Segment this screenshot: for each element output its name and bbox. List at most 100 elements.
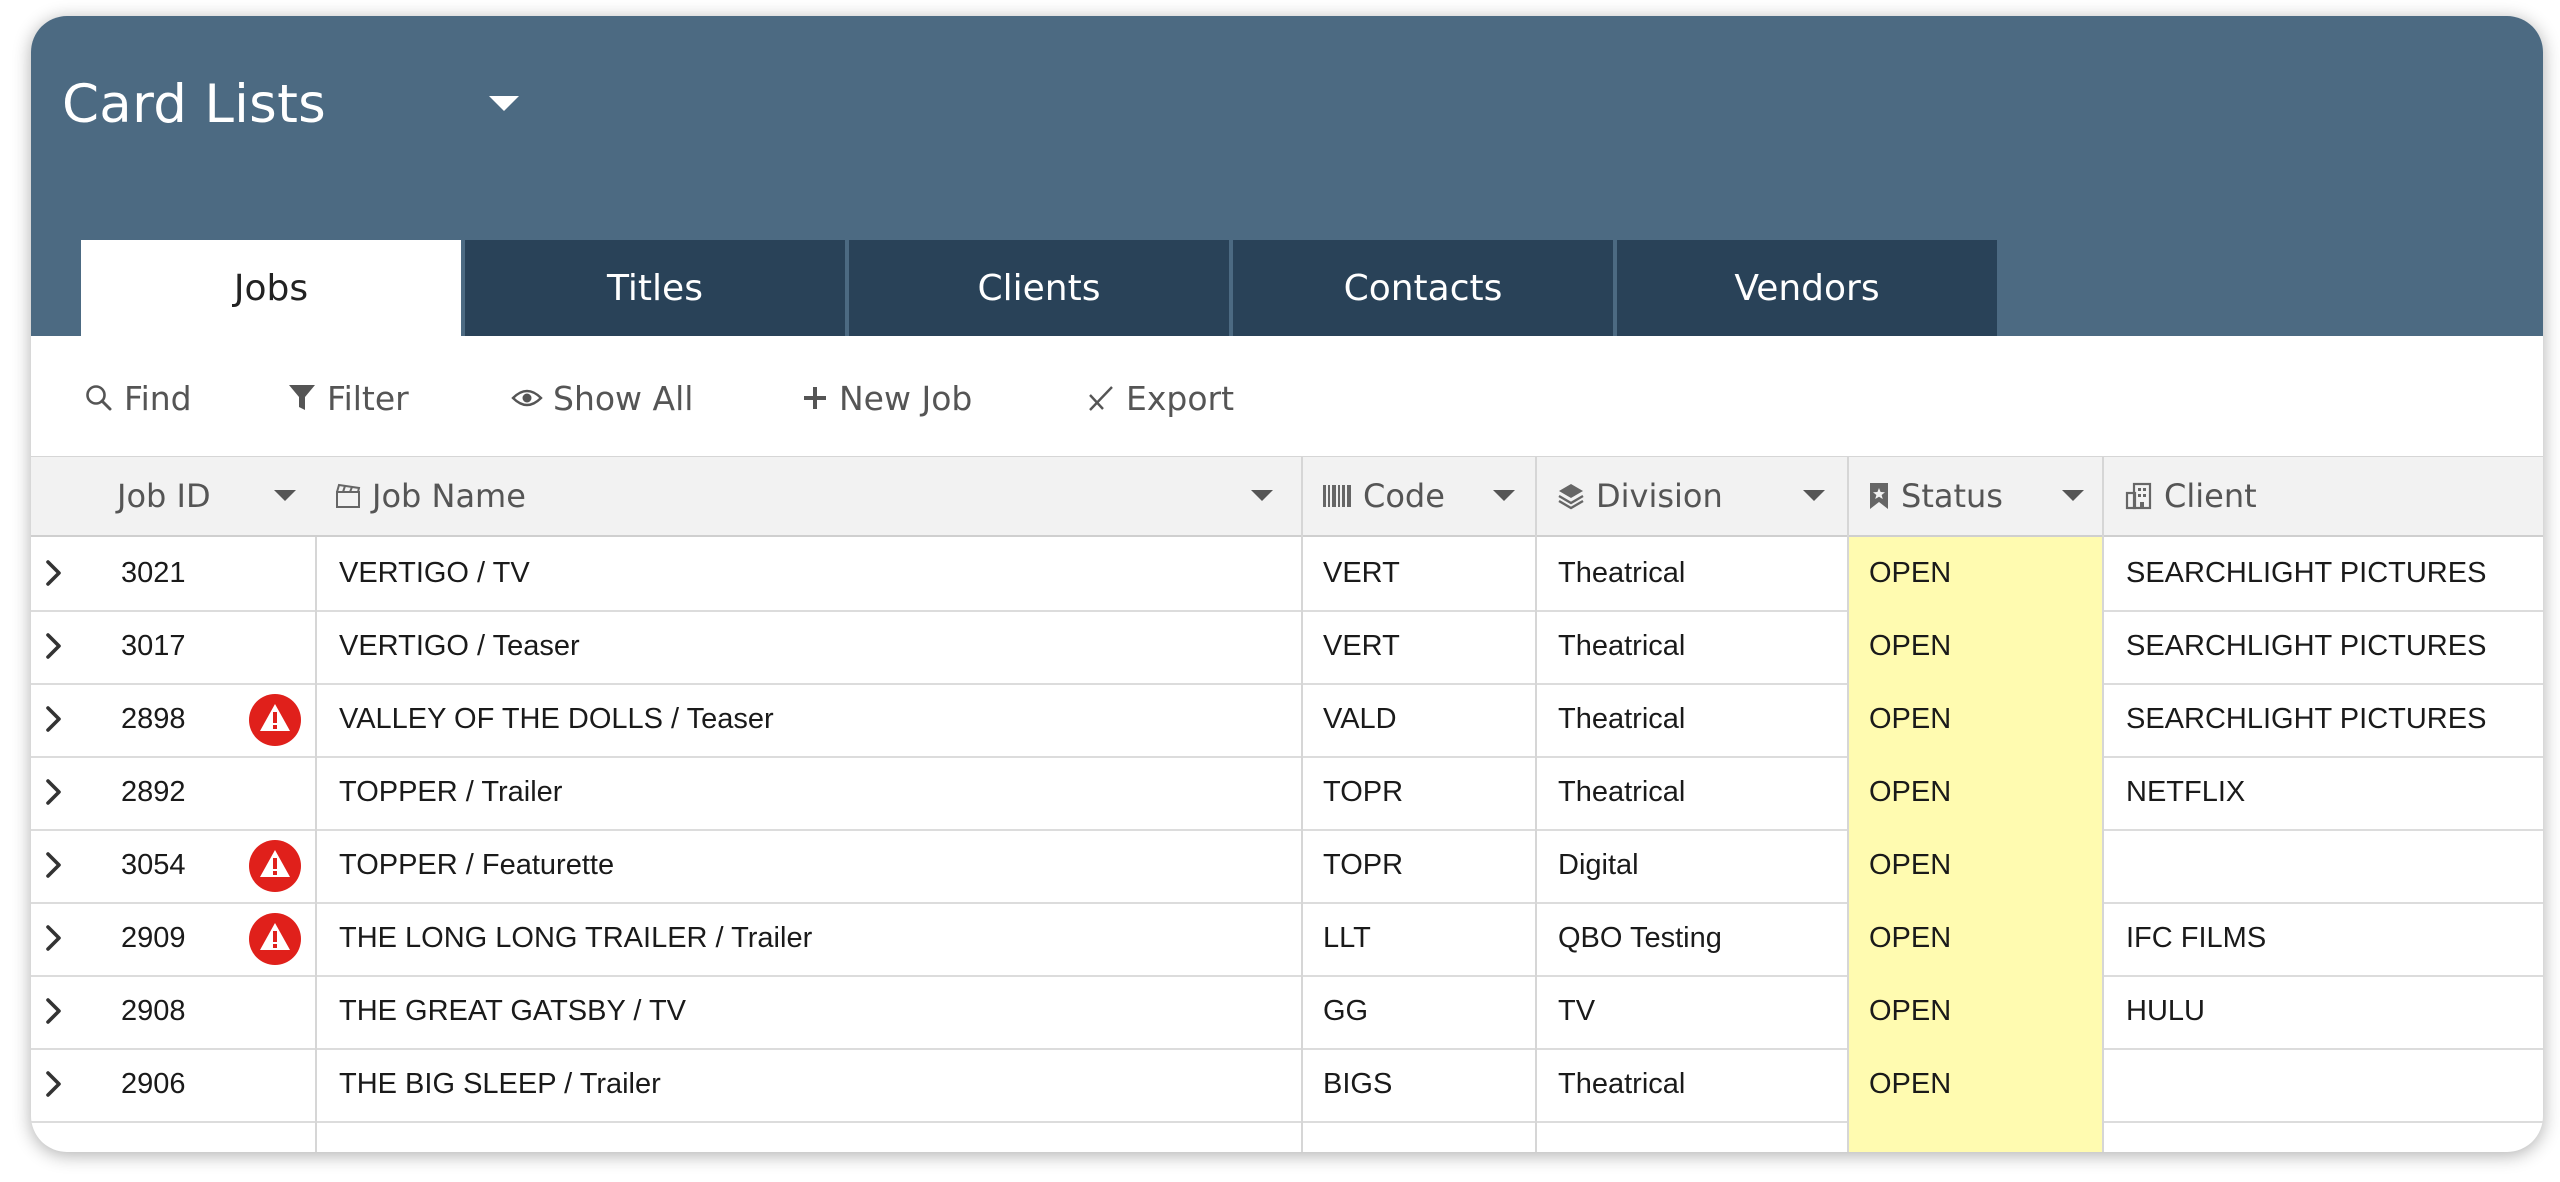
code-cell: LLT xyxy=(1323,922,1371,954)
code-cell: VERT xyxy=(1323,630,1400,662)
status-header-label: Status xyxy=(1901,477,2003,515)
code-cell: TOPR xyxy=(1323,849,1404,881)
building-icon xyxy=(2125,482,2152,510)
show-all-button[interactable]: Show All xyxy=(511,376,693,420)
export-button[interactable]: Export xyxy=(1086,376,1234,420)
expand-chevron-icon[interactable] xyxy=(42,995,66,1032)
job-id-cell: 3054 xyxy=(121,849,186,881)
job-id-cell: 3017 xyxy=(121,630,186,662)
column-header-job-id[interactable]: Job ID xyxy=(117,457,211,535)
table-row[interactable]: 2898 VALLEY OF THE DOLLS / Teaser VALD Thea… xyxy=(31,683,2543,758)
column-divider xyxy=(2102,457,2104,1152)
division-cell: Digital xyxy=(1558,849,1639,881)
tab-clients[interactable]: Clients xyxy=(849,240,1229,336)
export-icon xyxy=(1089,386,1113,411)
expand-chevron-icon[interactable] xyxy=(42,1068,66,1105)
job-name-cell: TOPPER / Featurette xyxy=(339,849,615,881)
code-cell: TOPR xyxy=(1323,776,1404,808)
status-cell: OPEN xyxy=(1869,922,1952,954)
layers-icon xyxy=(1558,484,1584,510)
client-cell: SEARCHLIGHT PICTURES xyxy=(2126,557,2487,589)
client-cell: NETFLIX xyxy=(2126,776,2246,808)
client-cell: HULU xyxy=(2126,995,2205,1027)
job-name-sort-caret-icon[interactable] xyxy=(1251,490,1273,501)
tab-titles[interactable]: Titles xyxy=(465,240,845,336)
find-label: Find xyxy=(124,378,192,418)
job-id-cell: 2908 xyxy=(121,995,186,1027)
column-header-client[interactable]: Client xyxy=(2124,457,2257,535)
code-header-label: Code xyxy=(1363,477,1445,515)
status-cell: OPEN xyxy=(1869,995,1952,1027)
job-name-cell: TOPPER / Trailer xyxy=(339,776,563,808)
warning-icon xyxy=(248,693,302,752)
expand-chevron-icon[interactable] xyxy=(42,849,66,886)
job-name-cell: THE GREAT GATSBY / TV xyxy=(339,995,687,1027)
column-divider xyxy=(1301,457,1303,1152)
status-sort-caret-icon[interactable] xyxy=(2062,490,2084,501)
app-title: Card Lists xyxy=(62,74,327,135)
card-lists-window: Card Lists Jobs Titles Clients Contacts … xyxy=(31,16,2543,1152)
expand-chevron-icon[interactable] xyxy=(42,557,66,594)
client-cell: SEARCHLIGHT PICTURES xyxy=(2126,630,2487,662)
job-name-header-label: Job Name xyxy=(372,477,526,515)
show-all-label: Show All xyxy=(553,378,694,418)
table-row[interactable]: 3021 VERTIGO / TV VERT Theatrical OPEN SEARCH… xyxy=(31,537,2543,612)
job-id-sort-caret-icon[interactable] xyxy=(274,490,296,501)
table-row[interactable]: 2908 THE GREAT GATSBY / TV GG TV OPEN HULU xyxy=(31,975,2543,1050)
division-header-label: Division xyxy=(1596,477,1723,515)
table-row[interactable]: 2906 THE BIG SLEEP / Trailer BIGS Theatrica… xyxy=(31,1048,2543,1123)
expand-chevron-icon[interactable] xyxy=(42,703,66,740)
expand-chevron-icon[interactable] xyxy=(42,776,66,813)
column-divider xyxy=(315,537,317,1152)
new-job-button[interactable]: New Job xyxy=(801,376,972,420)
table-row[interactable]: 2892 TOPPER / Trailer TOPR Theatrical OPEN NE… xyxy=(31,756,2543,831)
status-cell: OPEN xyxy=(1869,703,1952,735)
client-cell: SEARCHLIGHT PICTURES xyxy=(2126,703,2487,735)
code-cell: BIGS xyxy=(1323,1068,1393,1100)
funnel-icon xyxy=(289,385,315,410)
column-header-code[interactable]: Code xyxy=(1321,457,1445,535)
job-id-cell: 2898 xyxy=(121,703,186,735)
code-cell: VERT xyxy=(1323,557,1400,589)
table-row[interactable]: 3054 TOPPER / Featurette TOPR Digital OPEN xyxy=(31,829,2543,904)
column-divider xyxy=(1847,457,1849,1152)
table-row[interactable]: 3017 VERTIGO / Teaser VERT Theatrical OPEN SE… xyxy=(31,610,2543,685)
column-header-status[interactable]: Status xyxy=(1867,457,2003,535)
tab-vendors[interactable]: Vendors xyxy=(1617,240,1997,336)
toolbar: Find Filter Show All New Job Export xyxy=(31,336,2543,458)
tab-jobs[interactable]: Jobs xyxy=(81,240,461,336)
expand-chevron-icon[interactable] xyxy=(42,630,66,667)
list-selector-caret-icon[interactable] xyxy=(489,96,519,111)
status-cell: OPEN xyxy=(1869,630,1952,662)
table-row-partial[interactable] xyxy=(31,1121,2543,1152)
division-cell: Theatrical xyxy=(1558,630,1686,662)
find-button[interactable]: Find xyxy=(84,376,192,420)
status-cell: OPEN xyxy=(1869,776,1952,808)
warning-icon xyxy=(248,912,302,971)
division-cell: QBO Testing xyxy=(1558,922,1722,954)
division-cell: Theatrical xyxy=(1558,1068,1686,1100)
job-id-cell: 2906 xyxy=(121,1068,186,1100)
division-sort-caret-icon[interactable] xyxy=(1803,490,1825,501)
column-header-job-name[interactable]: Job Name xyxy=(334,457,526,535)
division-cell: Theatrical xyxy=(1558,557,1686,589)
clapperboard-icon xyxy=(336,483,361,508)
new-job-label: New Job xyxy=(839,378,973,418)
code-sort-caret-icon[interactable] xyxy=(1493,490,1515,501)
division-cell: TV xyxy=(1558,995,1596,1027)
job-name-cell: VERTIGO / TV xyxy=(339,557,530,589)
expand-chevron-icon[interactable] xyxy=(42,922,66,959)
bookmark-icon xyxy=(1870,483,1888,509)
table-row[interactable]: 2909 THE LONG LONG TRAILER / Trailer LLT QB… xyxy=(31,902,2543,977)
tab-contacts[interactable]: Contacts xyxy=(1233,240,1613,336)
job-name-cell: THE LONG LONG TRAILER / Trailer xyxy=(339,922,813,954)
division-cell: Theatrical xyxy=(1558,776,1686,808)
client-header-label: Client xyxy=(2164,477,2257,515)
warning-icon xyxy=(248,839,302,898)
job-name-cell: THE BIG SLEEP / Trailer xyxy=(339,1068,661,1100)
code-cell: GG xyxy=(1323,995,1369,1027)
filter-button[interactable]: Filter xyxy=(287,376,409,420)
status-cell: OPEN xyxy=(1869,557,1952,589)
column-header-division[interactable]: Division xyxy=(1556,457,1723,535)
eye-icon xyxy=(511,389,543,407)
